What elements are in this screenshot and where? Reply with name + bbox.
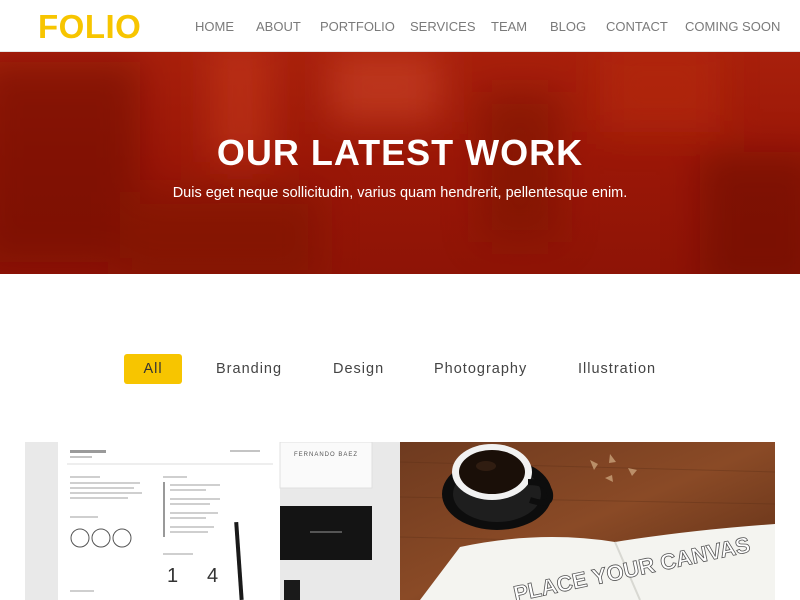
nav-about[interactable]: ABOUT [256,19,301,35]
filter-all[interactable]: All [124,354,182,384]
filter-photography[interactable]: Photography [434,354,527,384]
portfolio-item-sketchbook[interactable]: PLACE YOUR CANVAS [400,442,775,600]
sketchbook-image: PLACE YOUR CANVAS [400,442,775,600]
stationery-image: 1 4 FERNANDO BAEZ [25,442,400,600]
nav-services[interactable]: SERVICES [410,19,476,35]
hero-section: OUR LATEST WORK Duis eget neque sollicit… [0,52,800,274]
card-name: FERNANDO BAEZ [294,452,358,458]
nav-contact[interactable]: CONTACT [606,19,668,35]
nav-coming-soon[interactable]: COMING SOON [685,19,780,35]
hero-title: OUR LATEST WORK [216,132,584,173]
nav-blog[interactable]: BLOG [550,19,586,35]
logo[interactable]: FOLIO [38,9,141,45]
filter-illustration[interactable]: Illustration [578,354,656,384]
portfolio-item-stationery[interactable]: 1 4 FERNANDO BAEZ [25,442,400,600]
stat-number-1: 1 [167,565,178,587]
nav-portfolio[interactable]: PORTFOLIO [320,19,395,35]
portfolio-grid: 1 4 FERNANDO BAEZ PLACE YOUR CANVAS [25,442,775,600]
filter-design[interactable]: Design [333,354,384,384]
hero-subtitle: Duis eget neque sollicitudin, varius qua… [172,185,628,201]
stat-number-2: 4 [207,565,218,587]
filter-branding[interactable]: Branding [216,354,282,384]
nav-team[interactable]: TEAM [491,19,527,35]
navbar: FOLIO HOME ABOUT PORTFOLIO SERVICES TEAM… [0,0,800,52]
nav-home[interactable]: HOME [195,19,234,35]
portfolio-filters: All Branding Design Photography Illustra… [0,354,800,384]
main-menu: HOME ABOUT PORTFOLIO SERVICES TEAM BLOG … [160,19,800,35]
